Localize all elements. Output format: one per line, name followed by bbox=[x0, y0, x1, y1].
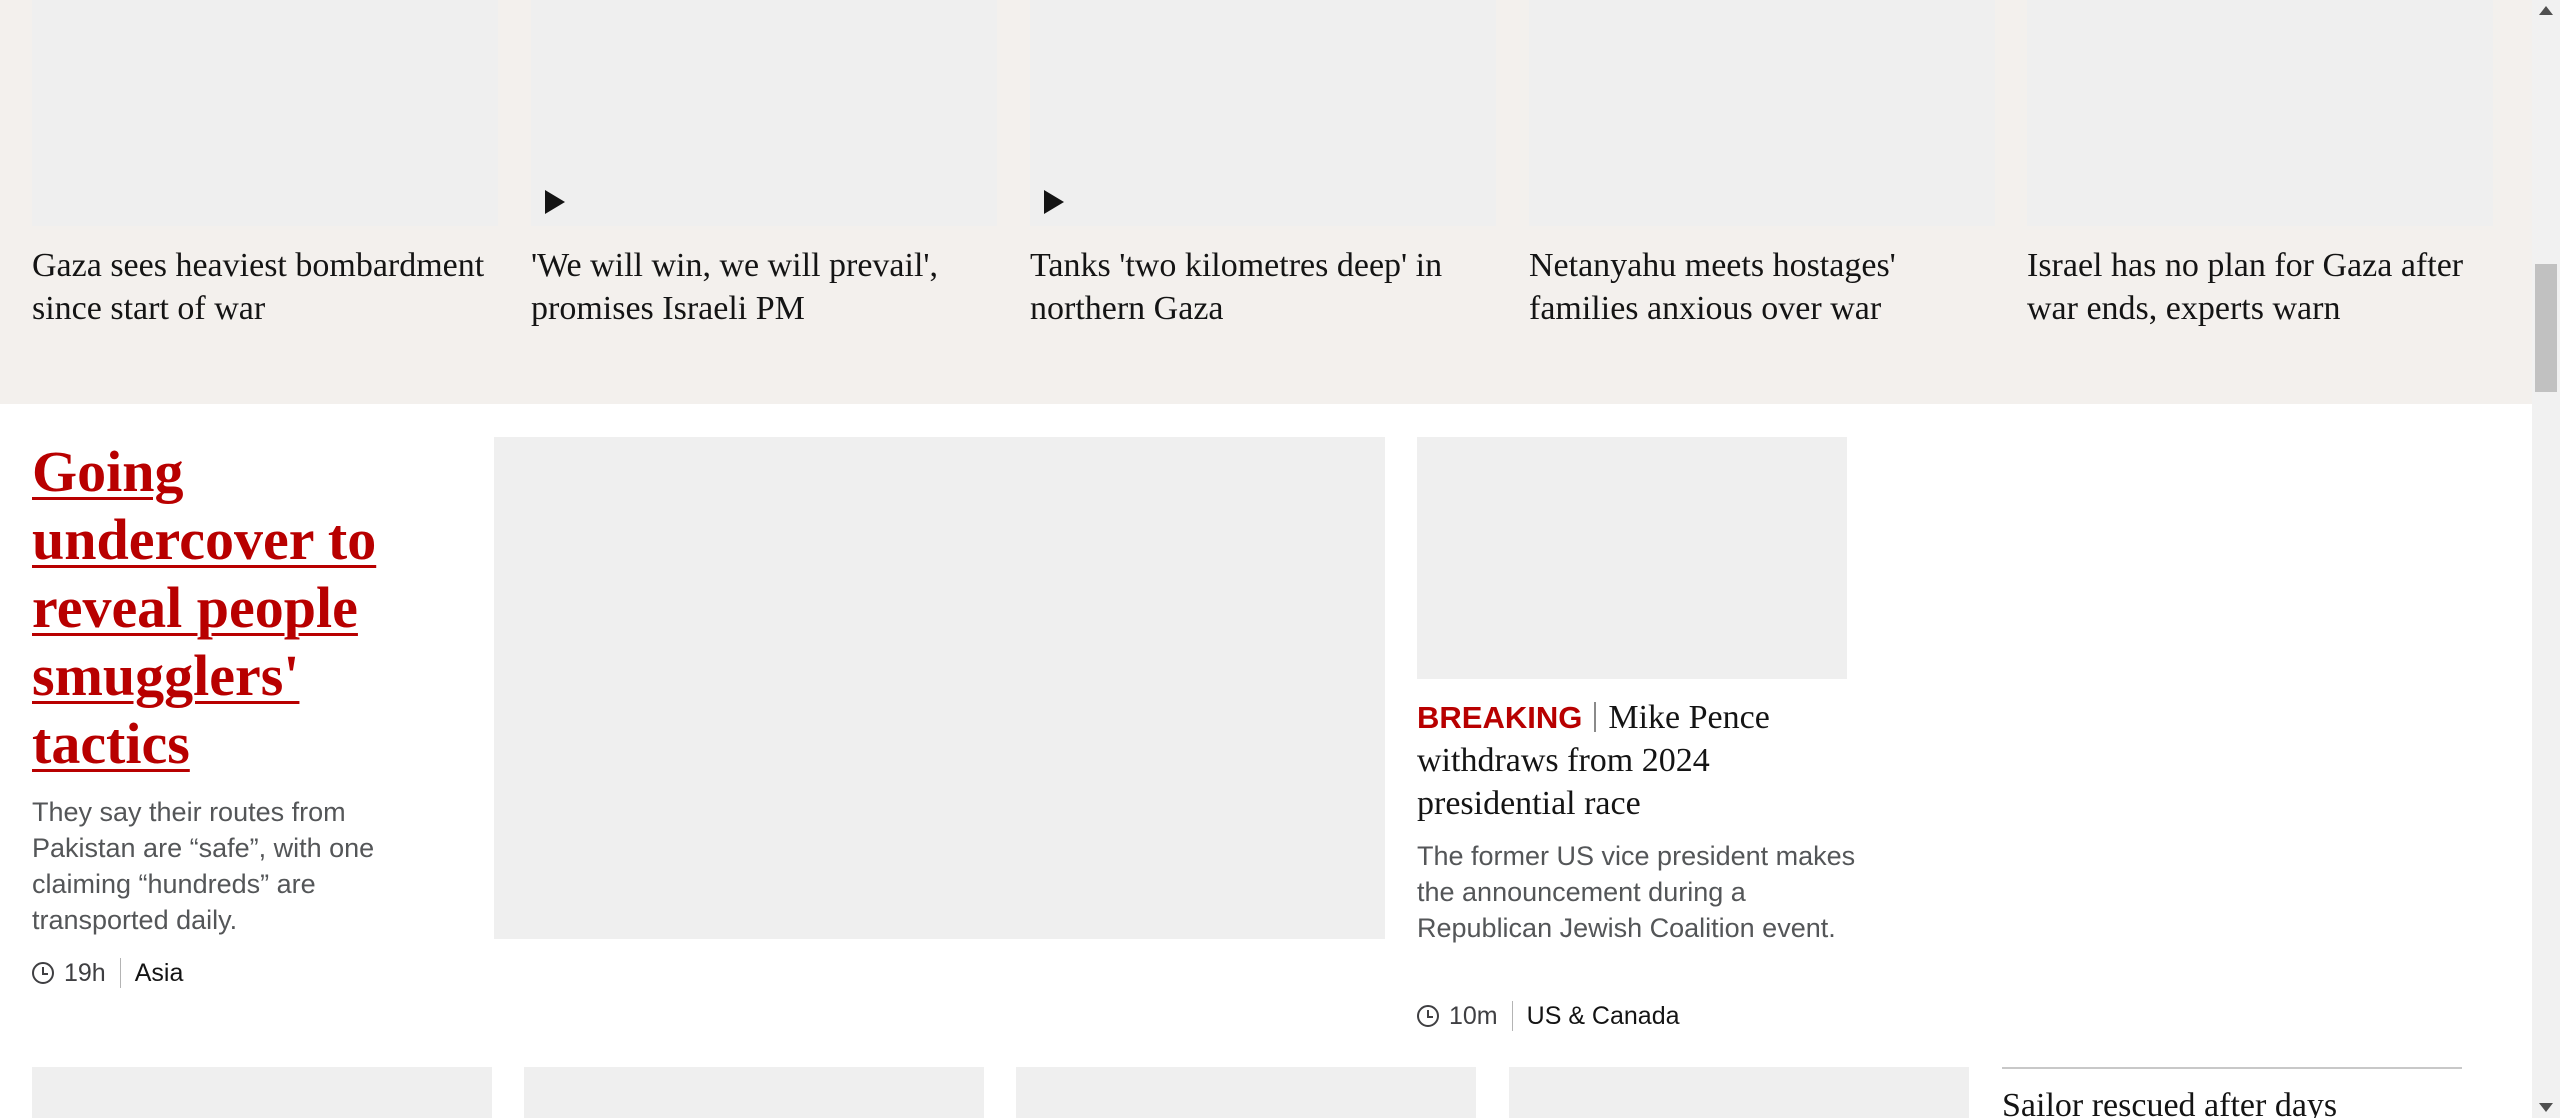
story-headline[interactable]: Sailor rescued after days bbox=[2002, 1084, 2472, 1118]
breaking-time: 10m bbox=[1449, 1001, 1498, 1030]
scroll-up-arrow-icon[interactable] bbox=[2539, 6, 2553, 15]
top-story-card[interactable]: 'We will win, we will prevail', promises… bbox=[531, 0, 997, 330]
scroll-down-arrow-icon[interactable] bbox=[2539, 1103, 2553, 1112]
story-image[interactable] bbox=[1016, 1067, 1476, 1118]
breaking-divider bbox=[1594, 702, 1597, 732]
top-story-title[interactable]: 'We will win, we will prevail', promises… bbox=[531, 244, 997, 330]
top-story-title[interactable]: Israel has no plan for Gaza after war en… bbox=[2027, 244, 2493, 330]
top-story-title[interactable]: Netanyahu meets hostages' families anxio… bbox=[1529, 244, 1995, 330]
clock-icon bbox=[1417, 1005, 1439, 1027]
scrollbar-thumb[interactable] bbox=[2535, 264, 2557, 392]
clock-icon bbox=[32, 962, 54, 984]
top-story-card[interactable]: Tanks 'two kilometres deep' in northern … bbox=[1030, 0, 1496, 330]
top-story-image[interactable] bbox=[531, 0, 997, 226]
story-divider bbox=[2002, 1067, 2462, 1069]
breaking-image[interactable] bbox=[1417, 437, 1847, 679]
breaking-topic-link[interactable]: US & Canada bbox=[1527, 1002, 1680, 1031]
feature-topic-link[interactable]: Asia bbox=[135, 959, 184, 988]
story-image[interactable] bbox=[524, 1067, 984, 1118]
top-story-card[interactable]: Gaza sees heaviest bombardment since sta… bbox=[32, 0, 498, 330]
feature-time: 19h bbox=[64, 958, 106, 987]
top-story-image[interactable] bbox=[1529, 0, 1995, 226]
top-story-image[interactable] bbox=[32, 0, 498, 226]
top-story-card[interactable]: Israel has no plan for Gaza after war en… bbox=[2027, 0, 2493, 330]
feature-headline[interactable]: Going undercover to reveal people smuggl… bbox=[32, 438, 462, 778]
breaking-meta: 10m US & Canada bbox=[1417, 1001, 1680, 1031]
play-icon bbox=[1044, 190, 1064, 214]
play-icon bbox=[545, 190, 565, 214]
top-story-title[interactable]: Gaza sees heaviest bombardment since sta… bbox=[32, 244, 498, 330]
story-image[interactable] bbox=[1509, 1067, 1969, 1118]
top-story-image[interactable] bbox=[1030, 0, 1496, 226]
feature-image[interactable] bbox=[494, 437, 1385, 939]
meta-divider bbox=[119, 958, 121, 988]
story-image[interactable] bbox=[32, 1067, 492, 1118]
vertical-scrollbar[interactable] bbox=[2532, 0, 2560, 1118]
top-story-card[interactable]: Netanyahu meets hostages' families anxio… bbox=[1529, 0, 1995, 330]
feature-summary: They say their routes from Pakistan are … bbox=[32, 797, 375, 935]
breaking-label: BREAKING bbox=[1417, 700, 1583, 735]
top-stories-band: Gaza sees heaviest bombardment since sta… bbox=[0, 0, 2532, 404]
feature-meta: 19h Asia bbox=[32, 958, 183, 988]
top-story-image[interactable] bbox=[2027, 0, 2493, 226]
breaking-headline[interactable]: BREAKING Mike Pence withdraws from 2024 p… bbox=[1417, 696, 1847, 825]
breaking-summary: The former US vice president makes the a… bbox=[1417, 841, 1856, 943]
meta-divider bbox=[1511, 1001, 1513, 1031]
top-story-title[interactable]: Tanks 'two kilometres deep' in northern … bbox=[1030, 244, 1496, 330]
page: Gaza sees heaviest bombardment since sta… bbox=[0, 0, 2532, 1118]
